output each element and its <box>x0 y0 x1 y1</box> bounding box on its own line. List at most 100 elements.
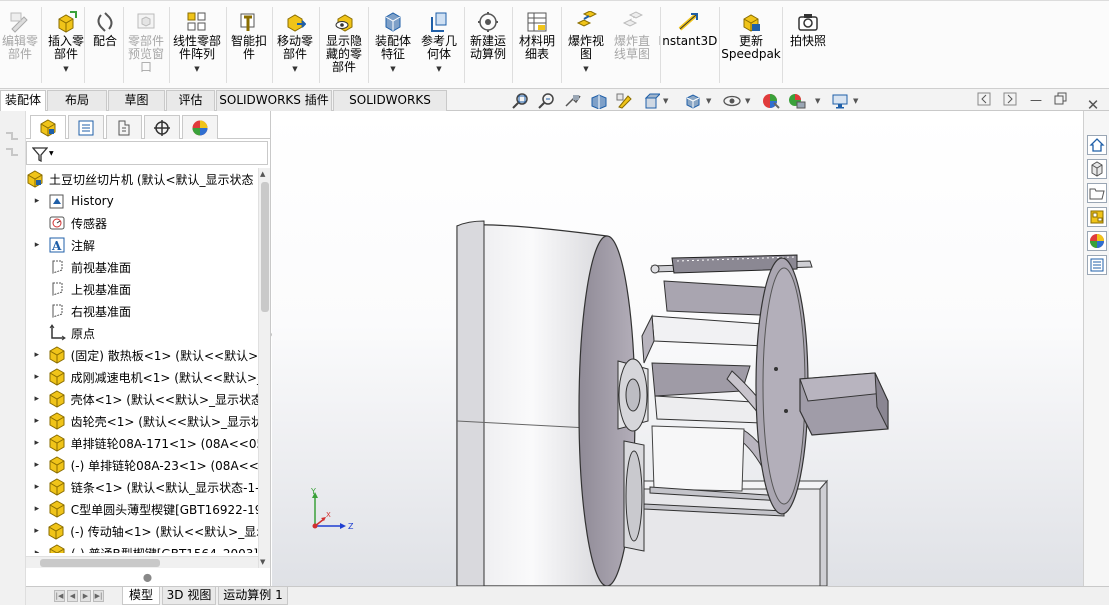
instant3d-button[interactable]: Instant3D <box>658 11 718 48</box>
expand-icon[interactable]: ▸ <box>30 394 44 404</box>
tree-horizontal-scrollbar[interactable] <box>26 556 258 568</box>
linear-pattern-button[interactable]: 线性零部 件阵列 ▼ <box>167 11 227 76</box>
bottom-tab-1[interactable]: 3D 视图 <box>162 587 216 605</box>
tree-item[interactable]: ▸ 成刚减速电机<1> (默认<<默认>_ <box>26 366 258 388</box>
tree-item[interactable]: 前视基准面 <box>26 256 258 278</box>
tree-item[interactable]: 右视基准面 <box>26 300 258 322</box>
part-icon <box>49 500 65 518</box>
tree-filter[interactable]: ▼ <box>26 141 268 165</box>
expand-icon[interactable]: ▸ <box>30 416 44 426</box>
zoom-to-area-icon[interactable] <box>538 93 556 109</box>
chevron-down-icon[interactable]: ▼ <box>815 97 820 105</box>
previous-view-icon[interactable] <box>564 93 582 109</box>
command-tab-0[interactable]: 装配体 <box>0 90 46 112</box>
command-tab-2[interactable]: 草图 <box>108 90 165 111</box>
restore-window-icon[interactable] <box>1053 92 1069 108</box>
chevron-down-icon[interactable]: ▼ <box>745 97 750 105</box>
bottom-tab-2[interactable]: 运动算例 1 <box>218 587 288 605</box>
chevron-down-icon[interactable]: ▼ <box>63 63 68 76</box>
dynamic-annotation-icon[interactable] <box>616 93 634 109</box>
expand-icon[interactable]: ▸ <box>30 504 44 514</box>
collapse-right-icon[interactable] <box>1002 92 1018 108</box>
expand-icon[interactable]: ▸ <box>30 526 43 536</box>
graphics-area[interactable]: Y Z X <box>272 111 1109 586</box>
solidworks-resources-tab[interactable] <box>1087 135 1107 155</box>
expand-icon[interactable]: ▸ <box>30 372 44 382</box>
chevron-down-icon[interactable]: ▼ <box>706 97 711 105</box>
tree-item[interactable]: ▸ A 注解 <box>26 234 258 256</box>
command-tab-5[interactable]: SOLIDWORKS MBD <box>333 90 447 126</box>
view-palette-tab[interactable] <box>1087 207 1107 227</box>
bottom-tab-0[interactable]: 模型 <box>122 587 160 605</box>
update-speedpak-button[interactable]: 更新 Speedpak <box>721 11 781 61</box>
tree-item[interactable]: ▸ (固定) 散热板<1> (默认<<默认>_ <box>26 344 258 366</box>
expand-icon[interactable]: ▸ <box>30 460 44 470</box>
tree-item[interactable]: ▸ (-) 普通B型楔键[GBT1564_2003] <box>26 542 258 553</box>
scroll-thumb[interactable] <box>40 559 160 567</box>
chevron-down-icon[interactable]: ▼ <box>390 63 395 76</box>
scroll-down-icon[interactable]: ▼ <box>260 558 265 566</box>
last-tab-icon[interactable]: ▶| <box>93 590 104 602</box>
command-tab-1[interactable]: 布局 <box>47 90 107 111</box>
custom-properties-tab[interactable] <box>1087 255 1107 275</box>
tree-item[interactable]: ▸ 壳体<1> (默认<<默认>_显示状态 <box>26 388 258 410</box>
tree-item-label: 齿轮壳<1> (默认<<默认>_显示状 <box>70 414 258 429</box>
tree-item[interactable]: ▸ 链条<1> (默认<默认_显示状态-1- <box>26 476 258 498</box>
minimize-window-icon[interactable]: — <box>1028 92 1044 108</box>
next-tab-icon[interactable]: ▶ <box>80 590 91 602</box>
expand-icon[interactable]: ▸ <box>30 438 44 448</box>
apply-scene-icon[interactable] <box>788 93 806 109</box>
chevron-down-icon[interactable]: ▼ <box>436 63 441 76</box>
feature-manager-tab[interactable] <box>30 115 66 139</box>
expand-icon[interactable]: ▸ <box>30 240 44 250</box>
expand-icon[interactable]: ▸ <box>30 548 44 553</box>
display-style-icon[interactable] <box>684 93 702 109</box>
chevron-down-icon[interactable]: ▼ <box>194 63 199 76</box>
chevron-down-icon[interactable]: ▼ <box>583 63 588 76</box>
first-tab-icon[interactable]: |◀ <box>54 590 65 602</box>
expand-icon[interactable]: ▸ <box>30 350 44 360</box>
view-settings-icon[interactable] <box>831 93 849 109</box>
file-explorer-tab[interactable] <box>1087 183 1107 203</box>
close-icon[interactable]: ✕ <box>1083 96 1103 114</box>
tree-item[interactable]: ▸ 单排链轮08A-171<1> (08A<<05 <box>26 432 258 454</box>
exploded-view-label: 爆炸视 图 <box>567 34 604 61</box>
display-manager-tab[interactable] <box>182 115 218 139</box>
expand-icon[interactable]: ▸ <box>30 196 44 206</box>
zoom-to-fit-icon[interactable] <box>512 93 530 109</box>
scroll-up-icon[interactable]: ▲ <box>260 170 265 178</box>
chevron-down-icon[interactable]: ▼ <box>663 97 668 105</box>
snapshot-button[interactable]: 拍快照 <box>778 11 838 48</box>
part-icon <box>49 346 65 364</box>
configuration-manager-tab[interactable] <box>106 115 142 139</box>
command-tab-4[interactable]: SOLIDWORKS 插件 <box>216 90 332 111</box>
tree-item[interactable]: ▸ History <box>26 190 258 212</box>
property-manager-tab[interactable] <box>68 115 104 139</box>
explode-line-sketch-button[interactable]: 爆炸直 线草图 <box>602 11 662 61</box>
collapse-left-icon[interactable] <box>976 92 992 108</box>
section-view-icon[interactable] <box>590 93 608 110</box>
view-orientation-icon[interactable] <box>642 93 662 109</box>
tree-item[interactable]: ▸ 齿轮壳<1> (默认<<默认>_显示状 <box>26 410 258 432</box>
edit-appearance-icon[interactable] <box>762 93 780 109</box>
tree-item[interactable]: 上视基准面 <box>26 278 258 300</box>
panel-grip-icon[interactable]: ⬤ <box>143 573 152 582</box>
design-library-tab[interactable] <box>1087 159 1107 179</box>
tree-item[interactable]: ▸ (-) 传动轴<1> (默认<<默认>_显示 <box>26 520 258 542</box>
tree-item[interactable]: ▸ C型单圆头薄型楔键[GBT16922-19 <box>26 498 258 520</box>
expand-icon[interactable]: ▸ <box>30 482 44 492</box>
scroll-thumb[interactable] <box>261 182 269 312</box>
dimxpert-manager-tab[interactable] <box>144 115 180 139</box>
hide-show-items-icon[interactable] <box>723 93 741 109</box>
tree-item[interactable]: 传感器 <box>26 212 258 234</box>
prev-tab-icon[interactable]: ◀ <box>67 590 78 602</box>
command-tab-3[interactable]: 评估 <box>166 90 215 111</box>
chevron-down-icon[interactable]: ▼ <box>853 97 858 105</box>
tree-item[interactable]: 原点 <box>26 322 258 344</box>
tree-vertical-scrollbar[interactable]: ▲ ▼ <box>258 168 270 568</box>
tree-root[interactable]: ▾土豆切丝切片机 (默认<默认_显示状态 <box>26 168 258 190</box>
chevron-down-icon[interactable]: ▼ <box>49 150 54 157</box>
chevron-down-icon[interactable]: ▼ <box>292 63 297 76</box>
appearances-tab[interactable] <box>1087 231 1107 251</box>
tree-item[interactable]: ▸ (-) 单排链轮08A-23<1> (08A<<( <box>26 454 258 476</box>
